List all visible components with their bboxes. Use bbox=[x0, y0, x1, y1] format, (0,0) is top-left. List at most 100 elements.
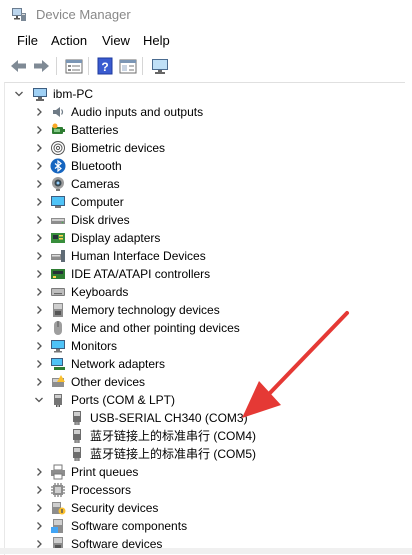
port-device-icon bbox=[73, 447, 81, 461]
chevron-right-icon[interactable] bbox=[33, 193, 45, 211]
tree-device-row[interactable]: 蓝牙链接上的标准串行 (COM5) bbox=[5, 445, 405, 463]
chevron-down-icon[interactable] bbox=[33, 391, 45, 409]
chevron-right-icon[interactable] bbox=[33, 229, 45, 247]
tree-category-row[interactable]: Mice and other pointing devices bbox=[5, 319, 405, 337]
tree-device-row[interactable]: USB-SERIAL CH340 (COM3) bbox=[5, 409, 405, 427]
chevron-right-icon[interactable] bbox=[33, 175, 45, 193]
chevron-down-icon[interactable] bbox=[13, 85, 25, 103]
chevron-right-icon[interactable] bbox=[33, 121, 45, 139]
tree-category-label: Disk drives bbox=[71, 213, 130, 227]
tree-root[interactable]: ibm-PC bbox=[5, 85, 405, 103]
tree-category-row[interactable]: Other devices bbox=[5, 373, 405, 391]
mouse-icon bbox=[54, 321, 62, 335]
device-tree[interactable]: ibm-PC Audio inputs and outputs Batteries B… bbox=[4, 82, 405, 555]
chevron-right-icon[interactable] bbox=[33, 373, 45, 391]
chevron-right-icon[interactable] bbox=[33, 337, 45, 355]
tree-category-label: Batteries bbox=[71, 123, 119, 137]
chevron-right-icon[interactable] bbox=[33, 301, 45, 319]
software-component-icon bbox=[51, 519, 63, 533]
audio-icon bbox=[53, 107, 64, 117]
menu-view[interactable]: View bbox=[100, 33, 132, 48]
tree-category-row[interactable]: Processors bbox=[5, 481, 405, 499]
view-icon[interactable] bbox=[118, 56, 138, 76]
monitor-icon[interactable] bbox=[150, 56, 170, 76]
tree-category-label: IDE ATA/ATAPI controllers bbox=[71, 267, 211, 281]
display-adapter-icon bbox=[51, 233, 65, 243]
security-icon bbox=[52, 502, 66, 515]
chevron-right-icon[interactable] bbox=[33, 481, 45, 499]
chevron-right-icon[interactable] bbox=[33, 157, 45, 175]
tree-category-label: Bluetooth bbox=[71, 159, 122, 173]
tree-category-row[interactable]: Network adapters bbox=[5, 355, 405, 373]
tree-category-row[interactable]: Keyboards bbox=[5, 283, 405, 301]
chevron-right-icon[interactable] bbox=[33, 319, 45, 337]
tree-category-label: Biometric devices bbox=[71, 141, 166, 155]
tree-category-row[interactable]: Print queues bbox=[5, 463, 405, 481]
tree-category-row[interactable]: Disk drives bbox=[5, 211, 405, 229]
chevron-right-icon[interactable] bbox=[33, 517, 45, 535]
tree-category-row[interactable]: Ports (COM & LPT) bbox=[5, 391, 405, 409]
tree-category-row[interactable]: Audio inputs and outputs bbox=[5, 103, 405, 121]
tree-category-label: Computer bbox=[71, 195, 124, 209]
tree-category-label: Processors bbox=[71, 483, 132, 497]
properties-icon[interactable] bbox=[64, 56, 84, 76]
network-adapter-icon bbox=[51, 358, 65, 370]
tree-category-row[interactable]: Cameras bbox=[5, 175, 405, 193]
tree-category-row[interactable]: Display adapters bbox=[5, 229, 405, 247]
tree-category-row[interactable]: Software components bbox=[5, 517, 405, 535]
computer-icon bbox=[51, 196, 65, 208]
toolbar-separator bbox=[56, 57, 57, 75]
tree-category-label: Ports (COM & LPT) bbox=[71, 393, 176, 407]
tree-device-row[interactable]: 蓝牙链接上的标准串行 (COM4) bbox=[5, 427, 405, 445]
printer-icon bbox=[51, 464, 65, 480]
processor-icon bbox=[51, 483, 65, 497]
back-arrow-icon[interactable] bbox=[9, 56, 29, 76]
battery-icon bbox=[52, 123, 65, 134]
tree-category-row[interactable]: IDE ATA/ATAPI controllers bbox=[5, 265, 405, 283]
help-icon[interactable]: ? bbox=[95, 56, 115, 76]
svg-text:?: ? bbox=[101, 60, 108, 74]
chevron-right-icon[interactable] bbox=[33, 463, 45, 481]
hid-icon bbox=[51, 250, 65, 262]
other-devices-icon bbox=[52, 375, 65, 387]
tree-category-row[interactable]: Monitors bbox=[5, 337, 405, 355]
ide-controller-icon bbox=[51, 269, 65, 279]
keyboard-icon bbox=[51, 288, 65, 296]
disk-drive-icon bbox=[51, 218, 65, 224]
memory-icon bbox=[53, 303, 63, 317]
tree-category-row[interactable]: Bluetooth bbox=[5, 157, 405, 175]
tree-category-row[interactable]: Human Interface Devices bbox=[5, 247, 405, 265]
tree-category-row[interactable]: Biometric devices bbox=[5, 139, 405, 157]
tree-category-label: Display adapters bbox=[71, 231, 161, 245]
chevron-right-icon[interactable] bbox=[33, 139, 45, 157]
forward-arrow-icon[interactable] bbox=[31, 56, 51, 76]
window-title: Device Manager bbox=[36, 7, 131, 22]
computer-root-icon bbox=[33, 88, 47, 101]
chevron-right-icon[interactable] bbox=[33, 283, 45, 301]
chevron-right-icon[interactable] bbox=[33, 103, 45, 121]
tree-category-row[interactable]: Security devices bbox=[5, 499, 405, 517]
tree-category-row[interactable]: Batteries bbox=[5, 121, 405, 139]
title-bar: Device Manager bbox=[0, 0, 412, 30]
chevron-right-icon[interactable] bbox=[33, 355, 45, 373]
menu-file[interactable]: File bbox=[15, 33, 40, 48]
tree-category-row[interactable]: Computer bbox=[5, 193, 405, 211]
tree-category-label: Mice and other pointing devices bbox=[71, 321, 240, 335]
tree-category-label: Human Interface Devices bbox=[71, 249, 206, 263]
horizontal-scrollbar[interactable] bbox=[0, 548, 412, 554]
chevron-right-icon[interactable] bbox=[33, 247, 45, 265]
menu-help[interactable]: Help bbox=[141, 33, 172, 48]
chevron-right-icon[interactable] bbox=[33, 499, 45, 517]
bluetooth-icon bbox=[50, 158, 66, 174]
tree-category-row[interactable]: Memory technology devices bbox=[5, 301, 405, 319]
chevron-right-icon[interactable] bbox=[33, 265, 45, 283]
tree-category-label: Print queues bbox=[71, 465, 139, 479]
tree-category-label: Other devices bbox=[71, 375, 146, 389]
toolbar-separator bbox=[142, 57, 143, 75]
chevron-right-icon[interactable] bbox=[33, 211, 45, 229]
fingerprint-icon bbox=[51, 141, 65, 155]
tree-category-label: Software components bbox=[71, 519, 188, 533]
menu-action[interactable]: Action bbox=[49, 33, 89, 48]
tree-category-label: Memory technology devices bbox=[71, 303, 220, 317]
tree-category-label: Keyboards bbox=[71, 285, 129, 299]
